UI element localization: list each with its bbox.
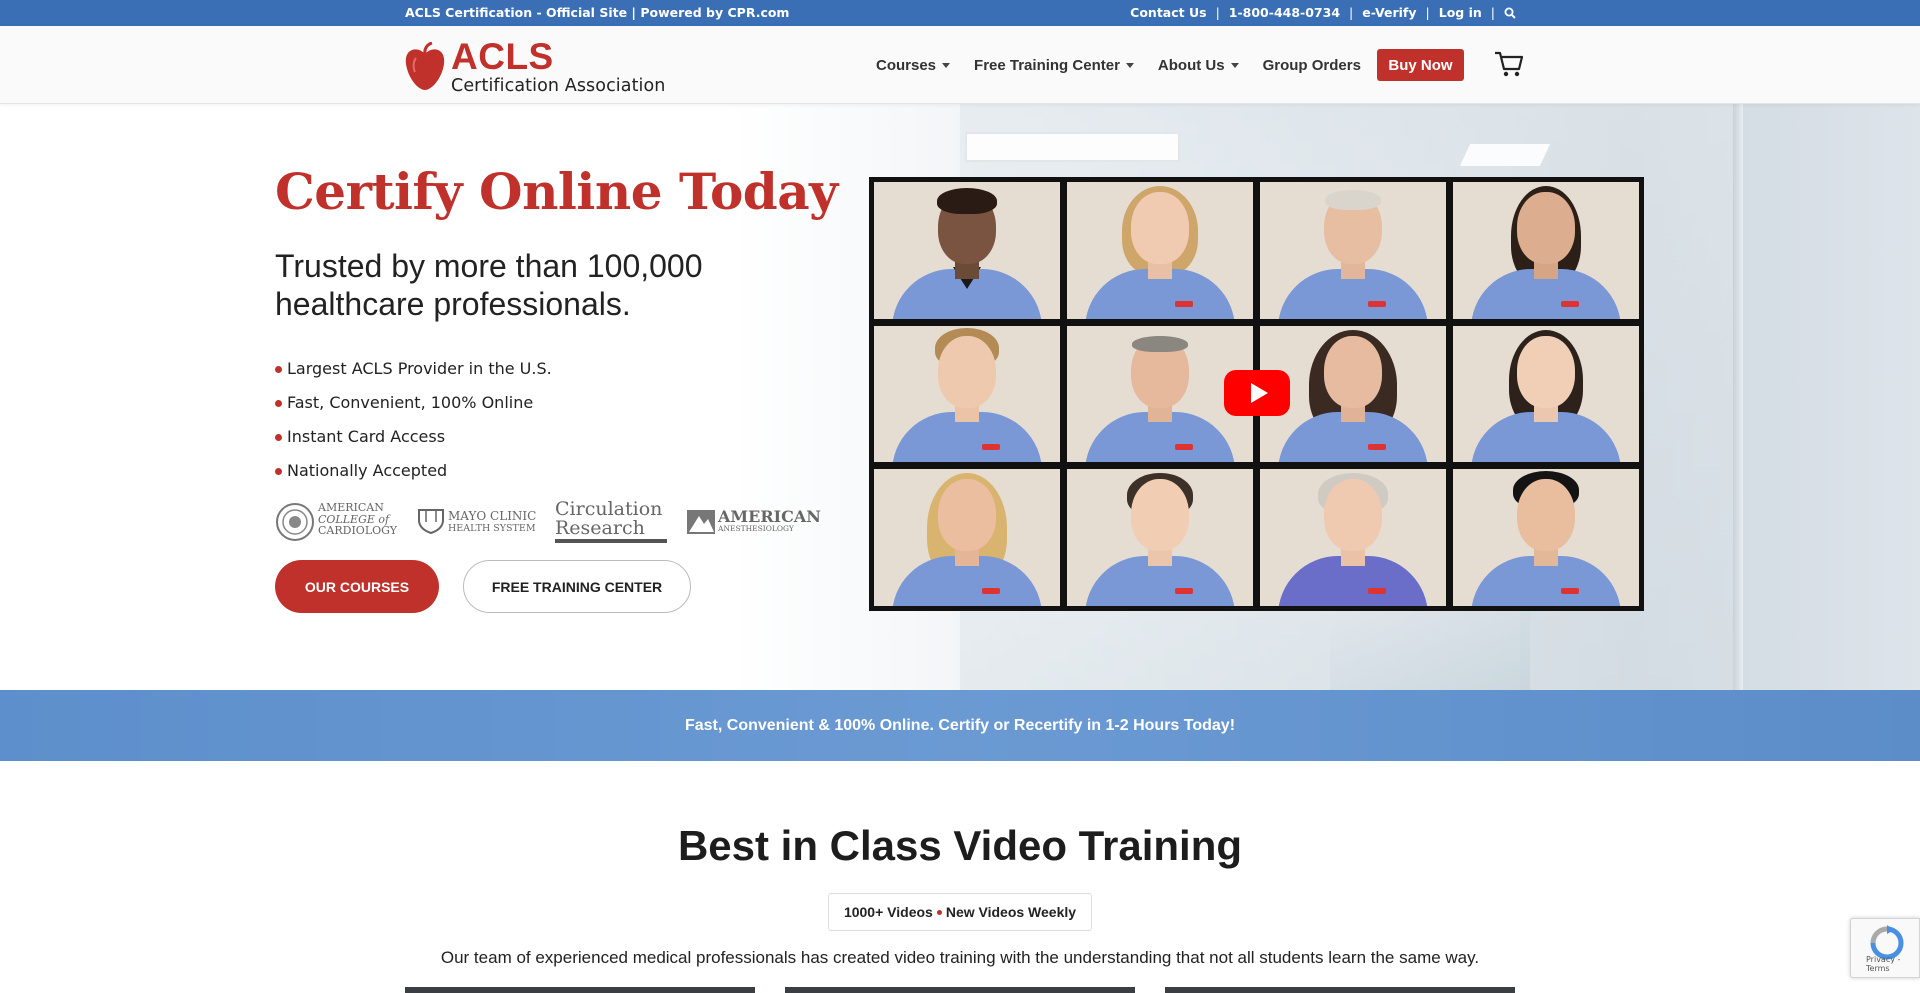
our-courses-button[interactable]: OUR COURSES (275, 560, 439, 613)
everify-link[interactable]: e-Verify (1362, 5, 1416, 20)
video-thumbnail-person (874, 182, 1060, 319)
section-title: Best in Class Video Training (677, 822, 1243, 869)
promo-banner: Fast, Convenient & 100% Online. Certify … (0, 690, 1920, 761)
nav-label: Group Orders (1262, 56, 1361, 74)
separator: | (1425, 5, 1430, 20)
bullet-text: Nationally Accepted (287, 460, 448, 480)
shield-icon (418, 509, 444, 534)
nav-courses[interactable]: Courses (876, 56, 951, 74)
phone-link[interactable]: 1-800-448-0734 (1229, 5, 1340, 20)
video-thumbnail-person (874, 325, 1060, 463)
caret-down-icon (942, 63, 951, 68)
list-item: Fast, Convenient, 100% Online (275, 385, 552, 419)
ceiling-light (965, 132, 1180, 162)
list-item: Instant Card Access (275, 419, 552, 453)
video-thumbnail-person (1260, 469, 1446, 606)
free-training-center-button[interactable]: FREE TRAINING CENTER (463, 560, 691, 613)
heart-apple-icon (405, 42, 445, 90)
main-nav: Courses Free Training Center About Us Gr… (876, 26, 1385, 104)
list-item: Nationally Accepted (275, 453, 552, 487)
cart-icon[interactable] (1494, 50, 1524, 82)
dot-icon (936, 909, 942, 915)
badge-text: New Videos Weekly (945, 904, 1077, 920)
top-links: Contact Us | 1-800-448-0734 | e-Verify |… (1130, 5, 1516, 20)
nav-free-training-center[interactable]: Free Training Center (974, 57, 1134, 74)
caret-down-icon (1230, 63, 1239, 68)
video-thumbnail-person (1453, 182, 1639, 319)
video-thumbnail-person (874, 469, 1060, 606)
top-bar: ACLS Certification - Official Site | Pow… (0, 0, 1920, 26)
bullet-text: Largest ACLS Provider in the U.S. (287, 358, 552, 378)
divider (555, 539, 667, 543)
video-card[interactable] (785, 987, 1135, 993)
circulation-research-logo: Circulation Research (555, 500, 667, 544)
video-thumbnail-person (1453, 469, 1639, 606)
separator: | (1490, 5, 1495, 20)
separator: | (1215, 5, 1220, 20)
logo-text: ACLS (451, 36, 554, 77)
seal-icon (276, 503, 314, 541)
caret-down-icon (1125, 63, 1134, 68)
ceiling-light (1459, 144, 1551, 166)
hero-title: Certify Online Today (275, 162, 838, 221)
section-description: Our team of experienced medical professi… (440, 948, 1480, 967)
recaptcha-badge[interactable]: Privacy - Terms (1850, 918, 1920, 978)
video-card[interactable] (1165, 987, 1515, 993)
nav-about-us[interactable]: About Us (1158, 57, 1239, 74)
partner-text: AMERICAN (718, 507, 821, 526)
video-thumbnail-person (1453, 325, 1639, 463)
bullet-dot-icon (275, 400, 282, 407)
hero-section: Certify Online Today Trusted by more tha… (0, 104, 1920, 690)
youtube-play-icon[interactable] (1224, 370, 1290, 416)
list-item: Largest ACLS Provider in the U.S. (275, 351, 552, 385)
video-thumbnail-person (1260, 182, 1446, 319)
partner-text: Research (555, 517, 645, 539)
contact-us-link[interactable]: Contact Us (1130, 5, 1206, 20)
video-thumbnail-person (1067, 469, 1253, 606)
recaptcha-text: Privacy - Terms (1866, 955, 1901, 973)
nav-label: Courses (876, 56, 937, 74)
bullet-text: Fast, Convenient, 100% Online (287, 392, 534, 412)
partner-text: CARDIOLOGY (318, 524, 398, 537)
mayo-logo: MAYO CLINIC HEALTH SYSTEM (417, 500, 537, 544)
acc-logo: AMERICAN COLLEGE of CARDIOLOGY (275, 500, 405, 544)
hero-background (1733, 104, 1743, 690)
bullet-dot-icon (275, 468, 282, 475)
bullet-text: Instant Card Access (287, 426, 446, 446)
site-logo[interactable]: ACLS Certification Association (404, 36, 674, 96)
video-player[interactable] (869, 177, 1644, 611)
partner-text: HEALTH SYSTEM (448, 522, 536, 534)
logo-subtext: Certification Association (451, 76, 666, 96)
badge-text: 1000+ Videos (843, 904, 933, 920)
search-icon[interactable] (1504, 7, 1516, 19)
bullet-dot-icon (275, 434, 282, 441)
bullet-dot-icon (275, 366, 282, 373)
hero-bullets: Largest ACLS Provider in the U.S. Fast, … (275, 351, 552, 487)
separator: | (1349, 5, 1354, 20)
video-card[interactable] (405, 987, 755, 993)
mountain-icon (687, 510, 715, 534)
buy-now-button[interactable]: Buy Now (1377, 49, 1464, 81)
partner-text: AMERICAN (318, 501, 384, 514)
nav-label: Free Training Center (974, 56, 1120, 74)
site-header: ACLS Certification Association Courses F… (0, 26, 1920, 104)
video-stats-badge: 1000+ Videos New Videos Weekly (828, 893, 1092, 931)
partner-text: MAYO CLINIC (448, 509, 537, 523)
nav-group-orders[interactable]: Group Orders (1263, 57, 1361, 74)
site-tagline: ACLS Certification - Official Site | Pow… (405, 5, 790, 20)
video-thumbnail-person (1067, 182, 1253, 319)
anesthesiology-logo: AMERICAN ANESTHESIOLOGY (687, 500, 821, 544)
login-link[interactable]: Log in (1439, 5, 1482, 20)
nav-label: About Us (1157, 56, 1225, 74)
hero-subtitle: Trusted by more than 100,000 healthcare … (275, 248, 703, 322)
